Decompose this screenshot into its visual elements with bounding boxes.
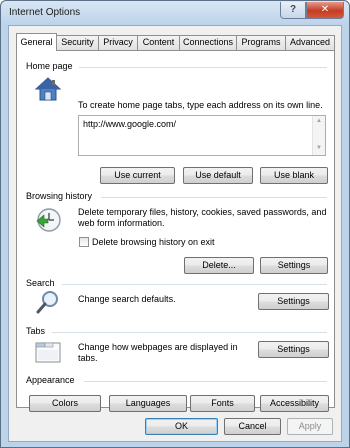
scroll-up-arrow-icon[interactable]: ▲ [316,118,322,124]
colors-button[interactable]: Colors [29,395,101,412]
home-page-heading: Home page [26,61,73,71]
appearance-heading: Appearance [26,375,75,385]
home-page-url-textarea[interactable]: http://www.google.com/ ▲ ▼ [78,115,326,156]
divider [84,381,327,382]
tab-content[interactable]: Content [137,35,180,50]
use-default-button[interactable]: Use default [183,167,253,184]
tabs-window-icon [35,342,61,363]
home-page-description: To create home page tabs, type each addr… [78,100,323,110]
tab-programs[interactable]: Programs [236,35,286,50]
tab-privacy[interactable]: Privacy [98,35,138,50]
tabs-heading: Tabs [26,326,46,336]
general-tab-panel: Home page To create home page tabs, type… [16,50,335,412]
browsing-history-heading: Browsing history [26,191,93,201]
fonts-button[interactable]: Fonts [190,395,255,412]
browsing-history-description: Delete temporary files, history, cookies… [78,207,327,228]
window-title: Internet Options [9,7,81,18]
use-blank-button[interactable]: Use blank [260,167,328,184]
tab-general[interactable]: General [16,33,57,51]
apply-button[interactable]: Apply [287,418,333,435]
divider [62,284,327,285]
internet-options-window: Internet Options ? ✕ General Security Pr… [0,0,350,448]
search-settings-button[interactable]: Settings [258,293,329,310]
tabs-description: Change how webpages are displayed in tab… [78,342,238,363]
scroll-down-arrow-icon[interactable]: ▼ [316,145,322,151]
magnifier-icon [36,291,58,314]
help-button[interactable]: ? [280,2,306,19]
search-heading: Search [26,278,55,288]
tab-connections[interactable]: Connections [179,35,237,50]
use-current-button[interactable]: Use current [100,167,175,184]
accessibility-button[interactable]: Accessibility [260,395,329,412]
tab-advanced[interactable]: Advanced [285,35,335,50]
history-clock-icon [36,208,61,232]
divider [101,197,327,198]
divider [52,332,327,333]
delete-on-exit-label[interactable]: Delete browsing history on exit [92,237,215,248]
delete-on-exit-checkbox[interactable] [79,237,89,247]
textarea-scrollbar[interactable]: ▲ ▼ [312,116,325,155]
ok-button[interactable]: OK [145,418,218,435]
home-page-url-value: http://www.google.com/ [83,119,177,129]
delete-button[interactable]: Delete... [184,257,254,274]
title-bar[interactable]: Internet Options ? ✕ [1,1,349,25]
house-icon [34,77,62,101]
tab-security[interactable]: Security [56,35,99,50]
close-button[interactable]: ✕ [306,2,344,19]
browsing-history-settings-button[interactable]: Settings [260,257,328,274]
dialog-client-area: General Security Privacy Content Connect… [8,25,342,442]
search-description: Change search defaults. [78,294,176,304]
divider [79,67,327,68]
cancel-button[interactable]: Cancel [224,418,281,435]
languages-button[interactable]: Languages [109,395,187,412]
tabs-settings-button[interactable]: Settings [258,341,329,358]
